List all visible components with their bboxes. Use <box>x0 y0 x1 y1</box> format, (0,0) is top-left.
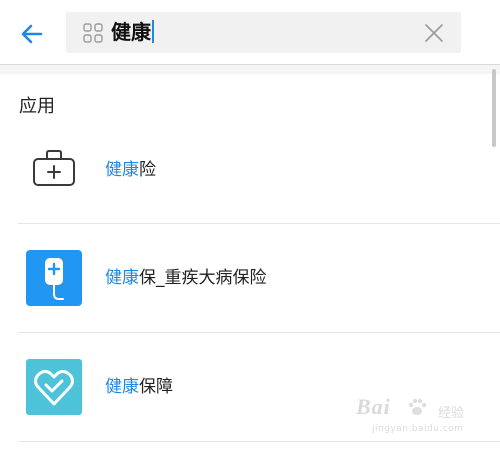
search-box[interactable]: 健康 <box>66 12 461 53</box>
watermark: Bai 经验 jingyan.baidu.com <box>350 392 480 442</box>
medical-kit-icon <box>33 150 75 186</box>
back-button[interactable] <box>14 16 50 52</box>
app-name-highlight: 健康 <box>105 160 139 180</box>
search-input[interactable]: 健康 <box>111 20 154 45</box>
search-query-text: 健康 <box>111 20 151 44</box>
app-name: 健康保障 <box>105 375 173 399</box>
app-name-rest: 保障 <box>139 377 173 397</box>
list-item[interactable]: 健康险 <box>0 116 500 224</box>
paw-icon <box>408 398 427 415</box>
heart-check-icon <box>26 359 82 415</box>
watermark-suffix: 经验 <box>438 406 465 421</box>
section-gap <box>0 65 500 74</box>
watermark-url: jingyan.baidu.com <box>372 424 464 434</box>
app-name-rest: 险 <box>139 160 156 180</box>
iv-drip-icon <box>26 250 82 306</box>
top-bar: 健康 <box>0 0 500 66</box>
text-cursor <box>152 20 154 43</box>
close-icon[interactable] <box>423 22 445 44</box>
app-name: 健康险 <box>105 158 156 182</box>
arrow-left-icon <box>21 24 43 44</box>
apps-grid-icon <box>83 23 103 43</box>
app-name-rest: 保_重疾大病保险 <box>139 268 267 288</box>
list-item[interactable]: 健康保_重疾大病保险 <box>0 224 500 332</box>
app-name-highlight: 健康 <box>105 377 139 397</box>
watermark-brand: Bai <box>356 394 391 419</box>
app-name: 健康保_重疾大病保险 <box>105 266 267 290</box>
scrollbar[interactable] <box>492 69 496 147</box>
app-name-highlight: 健康 <box>105 268 139 288</box>
